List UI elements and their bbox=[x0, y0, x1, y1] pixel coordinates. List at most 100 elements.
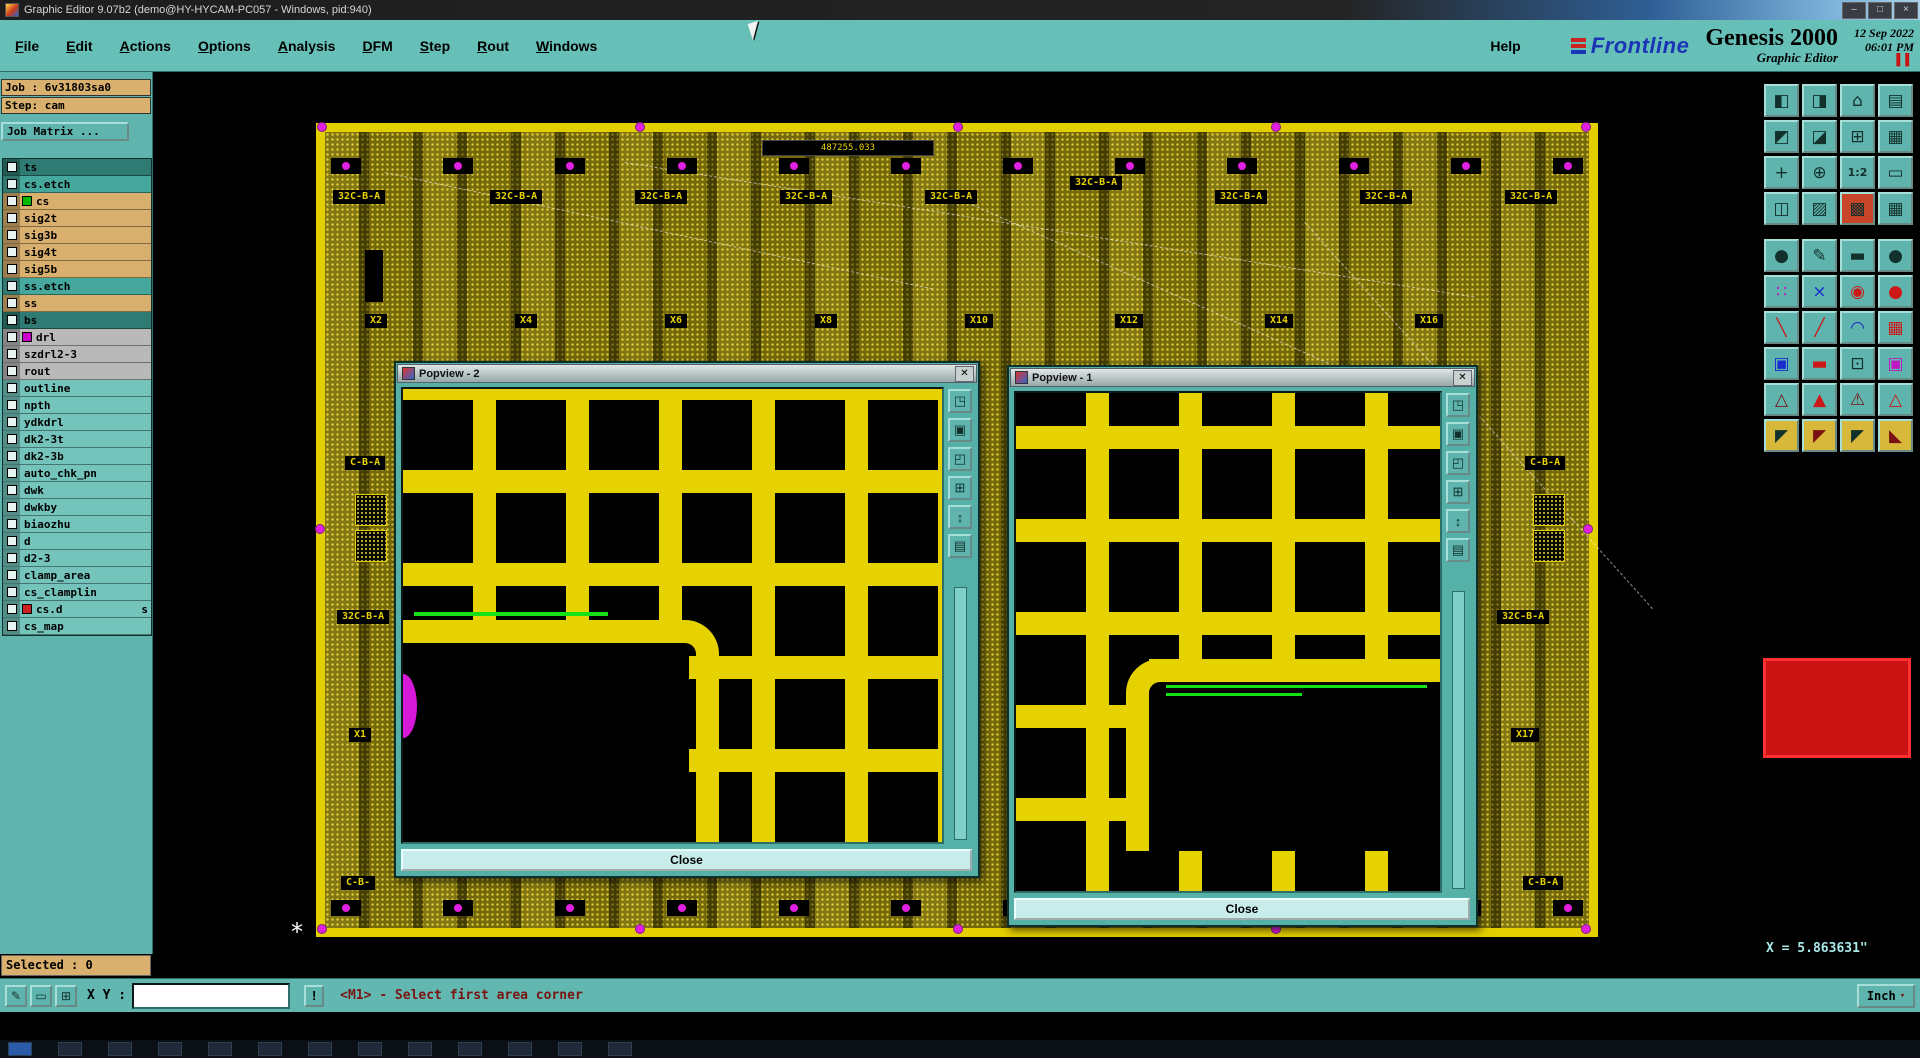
tool-arc-tool[interactable]: ◠ bbox=[1840, 311, 1875, 344]
layer-row-sig4t[interactable]: sig4t bbox=[3, 244, 151, 261]
layer-row-drl[interactable]: drl bbox=[3, 329, 151, 346]
tool-highlight-tool[interactable]: ▩ bbox=[1840, 192, 1875, 225]
popview-close-button[interactable]: Close bbox=[401, 849, 972, 871]
popview-scrollbar[interactable] bbox=[1452, 591, 1465, 889]
tool-pad-select[interactable]: ▣ bbox=[1878, 347, 1913, 380]
taskbar-app-icon[interactable] bbox=[58, 1042, 82, 1056]
tool-measure-tool[interactable]: ▭ bbox=[1878, 156, 1913, 189]
statusbar-shape-mode-button[interactable]: ▭ bbox=[30, 984, 52, 1007]
alert-button[interactable]: ! bbox=[304, 984, 325, 1007]
tool-zoom-out[interactable]: ◪ bbox=[1802, 120, 1837, 153]
layer-checkbox[interactable] bbox=[6, 264, 17, 274]
tool-point-tool[interactable]: ● bbox=[1878, 275, 1913, 308]
tool-mesh-view[interactable]: ▦ bbox=[1878, 192, 1913, 225]
tool-zoom-window[interactable]: ⊞ bbox=[1840, 120, 1875, 153]
layer-checkbox[interactable] bbox=[6, 451, 17, 461]
menu-actions[interactable]: Actions bbox=[120, 38, 171, 54]
tool-dot-tool[interactable]: ● bbox=[1878, 239, 1913, 272]
layer-row-d[interactable]: d bbox=[3, 533, 151, 550]
layer-checkbox[interactable] bbox=[6, 196, 17, 206]
taskbar-app-icon[interactable] bbox=[308, 1042, 332, 1056]
popview-close-button[interactable]: Close bbox=[1014, 898, 1470, 920]
tool-select-object[interactable]: ◤ bbox=[1840, 419, 1875, 452]
tool-slash-tool[interactable]: ╱ bbox=[1802, 311, 1837, 344]
layer-row-sig2t[interactable]: sig2t bbox=[3, 210, 151, 227]
taskbar-start-button[interactable] bbox=[8, 1042, 32, 1056]
layer-checkbox[interactable] bbox=[6, 417, 17, 427]
layer-checkbox[interactable] bbox=[6, 400, 17, 410]
taskbar-app-icon[interactable] bbox=[558, 1042, 582, 1056]
layer-checkbox[interactable] bbox=[6, 434, 17, 444]
xy-input[interactable] bbox=[132, 982, 291, 1009]
taskbar-app-icon[interactable] bbox=[258, 1042, 282, 1056]
popview-tool-fit-view[interactable]: ◰ bbox=[948, 447, 972, 471]
tool-draw-tool[interactable]: ✎ bbox=[1802, 239, 1837, 272]
layer-row-ts[interactable]: ts bbox=[3, 159, 151, 176]
tool-view-layers[interactable]: ▤ bbox=[1878, 84, 1913, 117]
layer-row-cs.etch[interactable]: cs.etch bbox=[3, 176, 151, 193]
tool-select-tool[interactable]: ◤ bbox=[1764, 419, 1799, 452]
popview-titlebar[interactable]: Popview - 2 ✕ bbox=[397, 364, 977, 383]
statusbar-grid-toggle-button[interactable]: ⊞ bbox=[55, 984, 77, 1007]
navigator-view-rectangle[interactable] bbox=[1763, 658, 1911, 758]
tool-view-prev[interactable]: ◧ bbox=[1764, 84, 1799, 117]
popview-tool-zoom-in[interactable]: ◳ bbox=[1446, 393, 1470, 417]
taskbar-app-icon[interactable] bbox=[208, 1042, 232, 1056]
layer-row-bs[interactable]: bs bbox=[3, 312, 151, 329]
layer-row-sig3b[interactable]: sig3b bbox=[3, 227, 151, 244]
layer-checkbox[interactable] bbox=[6, 502, 17, 512]
tool-warn-alert[interactable]: ⚠ bbox=[1840, 383, 1875, 416]
tool-rect-tool[interactable]: ▣ bbox=[1764, 347, 1799, 380]
layer-row-rout[interactable]: rout bbox=[3, 363, 151, 380]
layer-checkbox[interactable] bbox=[6, 570, 17, 580]
popview-titlebar[interactable]: Popview - 1 ✕ bbox=[1010, 368, 1475, 387]
tool-zoom-ratio[interactable]: 1:2 bbox=[1840, 156, 1875, 189]
popview-1-window[interactable]: Popview - 1 ✕ ◳ ▣ ◰ ⊞ ↕ ▤ Close bbox=[1007, 365, 1478, 927]
layer-checkbox[interactable] bbox=[6, 230, 17, 240]
popview-tool-layers[interactable]: ▤ bbox=[948, 534, 972, 558]
popview-tool-fit-view[interactable]: ◰ bbox=[1446, 451, 1470, 475]
layer-checkbox[interactable] bbox=[6, 247, 17, 257]
layer-checkbox[interactable] bbox=[6, 485, 17, 495]
popview-tool-zoom-out[interactable]: ▣ bbox=[1446, 422, 1470, 446]
window-minimize-button[interactable]: – bbox=[1842, 1, 1866, 19]
tool-warn-outline[interactable]: △ bbox=[1764, 383, 1799, 416]
popview-tool-pan[interactable]: ↕ bbox=[1446, 509, 1470, 533]
layer-row-szdrl2-3[interactable]: szdrl2-3 bbox=[3, 346, 151, 363]
tool-hatch-view[interactable]: ▨ bbox=[1802, 192, 1837, 225]
layer-checkbox[interactable] bbox=[6, 179, 17, 189]
layer-row-biaozhu[interactable]: biaozhu bbox=[3, 516, 151, 533]
tool-target-tool[interactable]: ⊡ bbox=[1840, 347, 1875, 380]
popview-tool-grid[interactable]: ⊞ bbox=[948, 476, 972, 500]
taskbar-app-icon[interactable] bbox=[608, 1042, 632, 1056]
taskbar-app-icon[interactable] bbox=[108, 1042, 132, 1056]
tool-warn-filled[interactable]: ▲ bbox=[1802, 383, 1837, 416]
tool-zoom-all[interactable]: ▦ bbox=[1878, 120, 1913, 153]
taskbar-app-icon[interactable] bbox=[508, 1042, 532, 1056]
taskbar-app-icon[interactable] bbox=[158, 1042, 182, 1056]
layer-checkbox[interactable] bbox=[6, 553, 17, 563]
tool-line-tool[interactable]: ╲ bbox=[1764, 311, 1799, 344]
statusbar-draw-mode-button[interactable]: ✎ bbox=[5, 984, 27, 1007]
tool-select-area[interactable]: ◣ bbox=[1878, 419, 1913, 452]
popview-close-icon[interactable]: ✕ bbox=[955, 365, 974, 382]
layer-checkbox[interactable] bbox=[6, 349, 17, 359]
tool-zoom-in[interactable]: ◩ bbox=[1764, 120, 1799, 153]
popview-2-window[interactable]: Popview - 2 ✕ ◳ ▣ ◰ ⊞ ↕ ▤ Close bbox=[394, 361, 980, 878]
menu-step[interactable]: Step bbox=[420, 38, 450, 54]
windows-taskbar[interactable] bbox=[0, 1040, 1920, 1058]
layer-checkbox[interactable] bbox=[6, 332, 17, 342]
tool-bar-tool[interactable]: ▬ bbox=[1802, 347, 1837, 380]
popview-canvas[interactable] bbox=[1014, 391, 1442, 893]
popview-tool-grid[interactable]: ⊞ bbox=[1446, 480, 1470, 504]
popview-tool-layers[interactable]: ▤ bbox=[1446, 538, 1470, 562]
layer-row-dwk[interactable]: dwk bbox=[3, 482, 151, 499]
window-titlebar[interactable]: Graphic Editor 9.07b2 (demo@HY-HYCAM-PC0… bbox=[0, 0, 1920, 20]
menu-windows[interactable]: Windows bbox=[536, 38, 597, 54]
popview-canvas[interactable] bbox=[401, 387, 944, 844]
tool-view-next[interactable]: ◨ bbox=[1802, 84, 1837, 117]
layer-checkbox[interactable] bbox=[6, 383, 17, 393]
layer-row-dwkby[interactable]: dwkby bbox=[3, 499, 151, 516]
layer-row-ss[interactable]: ss bbox=[3, 295, 151, 312]
tool-center-view[interactable]: ⊕ bbox=[1802, 156, 1837, 189]
